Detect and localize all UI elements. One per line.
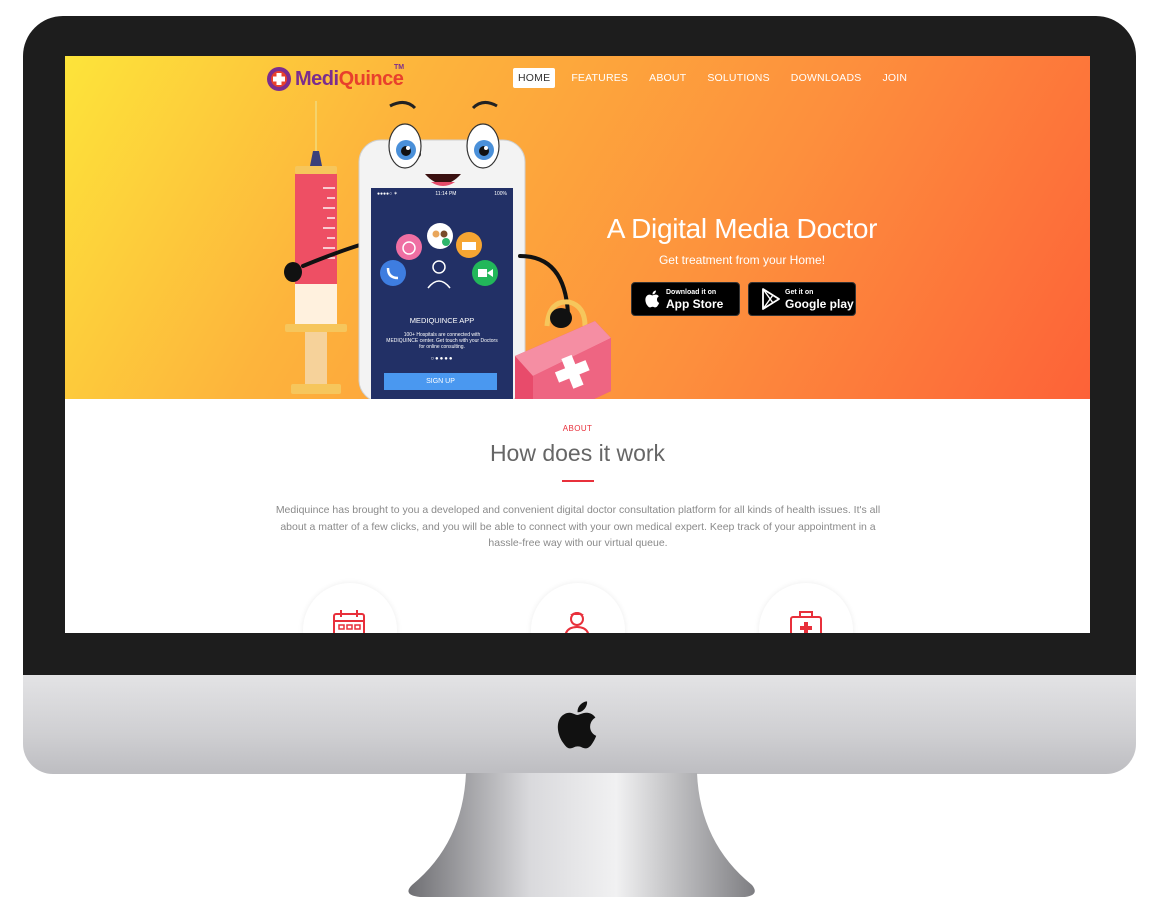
feature-calendar[interactable] (303, 583, 397, 633)
google-play-icon (762, 288, 780, 310)
app-store-small-label: Download it on (666, 288, 717, 296)
alarm-icon (396, 234, 422, 260)
app-store-big-label: App Store (666, 296, 724, 311)
google-play-small-label: Get it on (785, 288, 814, 296)
app-store-button[interactable]: Download it on App Store (631, 282, 740, 316)
hero-section: MediQuince TM HOME FEATURES ABOUT SOLUTI… (65, 56, 1090, 399)
status-signal: ●●●●○ ✶ (377, 191, 398, 197)
about-title: How does it work (489, 440, 666, 466)
about-description: Mediquince has brought to you a develope… (275, 504, 881, 549)
status-battery: 100% (494, 191, 507, 197)
phone-status-bar: ●●●●○ ✶ 11:14 PM 100% (371, 191, 513, 197)
google-play-button[interactable]: Get it on Google play (748, 282, 856, 316)
status-time: 11:14 PM (435, 191, 457, 197)
monitor-stand (408, 773, 755, 897)
carousel-dots: ○●●●● (430, 356, 454, 362)
feature-doctor[interactable] (531, 583, 625, 633)
website-screen: MediQuince TM HOME FEATURES ABOUT SOLUTI… (65, 56, 1090, 633)
app-icons-cluster (380, 223, 498, 289)
hero-subtitle: Get treatment from your Home! (658, 253, 826, 267)
doctor-avatar-icon (427, 260, 451, 289)
phone-app-description: 100+ Hospitals are connected with MEDIQU… (371, 332, 513, 350)
video-call-icon (472, 260, 498, 286)
phone-call-icon (380, 260, 406, 286)
google-play-big-label: Google play (785, 296, 854, 311)
family-icon (427, 223, 453, 249)
phone-app-name: MEDIQUINCE APP (409, 316, 475, 325)
about-tag: ABOUT (562, 424, 593, 433)
medical-kit-illustration (515, 254, 611, 399)
doctor-icon (564, 612, 590, 633)
feature-medical-kit[interactable] (759, 583, 853, 633)
apple-icon (645, 290, 660, 308)
phone-signup-button[interactable]: SIGN UP (384, 373, 497, 390)
medical-kit-icon (790, 611, 822, 633)
phone-desc-line-3: for online consulting. (419, 344, 465, 350)
about-divider (562, 480, 594, 482)
apple-logo-icon (557, 701, 597, 749)
hero-title: A Digital Media Doctor (606, 213, 878, 244)
nav-join[interactable]: JOIN (877, 68, 912, 88)
medical-box-icon (456, 232, 482, 258)
phone-screen: ●●●●○ ✶ 11:14 PM 100% MEDIQUINCE APP 100… (371, 188, 513, 400)
calendar-icon (333, 610, 365, 633)
syringe-illustration (284, 101, 365, 394)
